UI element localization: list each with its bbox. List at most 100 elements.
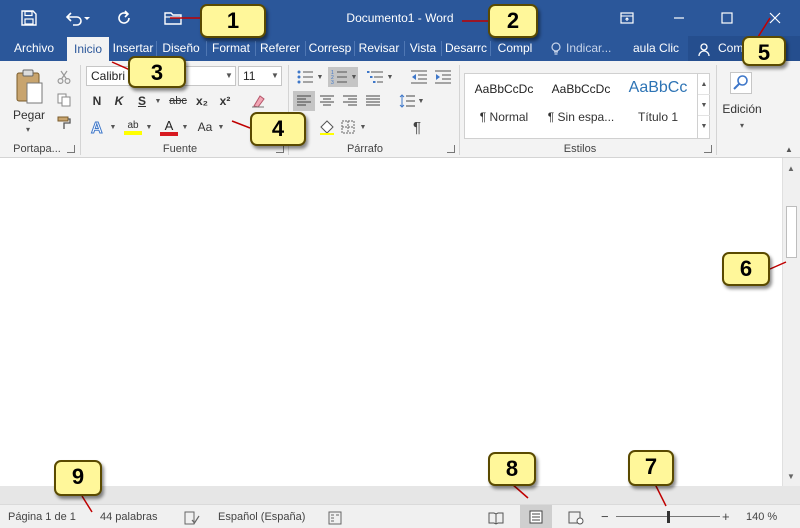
proofing-icon[interactable] (184, 510, 200, 525)
clear-formatting-icon[interactable] (248, 91, 268, 111)
callout-6: 6 (722, 252, 770, 286)
style-sample: AaBbCcDc (474, 82, 534, 96)
macro-icon[interactable] (328, 510, 342, 525)
collapse-ribbon-icon[interactable]: ▲ (782, 143, 796, 155)
change-case-chevron-down-icon[interactable]: ▼ (216, 116, 226, 138)
ribbon-display-options-icon[interactable] (604, 0, 650, 36)
paste-icon[interactable] (8, 67, 50, 107)
strikethrough-button[interactable]: abc (166, 91, 190, 111)
numbering-icon[interactable]: 123 (328, 67, 350, 87)
font-color-chevron-down-icon[interactable]: ▼ (180, 116, 190, 138)
page-count[interactable]: Página 1 de 1 (8, 505, 76, 528)
style-heading-1[interactable]: AaBbCc Título 1 (620, 74, 696, 138)
ribbon-tabs: Archivo Inicio Insertar Diseño Format Re… (0, 36, 800, 61)
styles-launcher-icon[interactable] (704, 145, 712, 153)
change-case-button[interactable]: Aa (193, 116, 217, 138)
font-size-chevron-down-icon[interactable]: ▼ (269, 67, 281, 85)
tab-vista[interactable]: Vista (406, 36, 440, 61)
decrease-indent-icon[interactable] (408, 67, 430, 87)
cut-icon[interactable] (54, 67, 74, 87)
tab-complementos[interactable]: Compl (492, 36, 538, 61)
highlight-color-button[interactable]: ab (122, 116, 144, 138)
gallery-down-icon[interactable]: ▼ (698, 95, 710, 116)
gallery-up-icon[interactable]: ▲ (698, 74, 710, 95)
bullets-icon[interactable] (294, 67, 316, 87)
increase-indent-icon[interactable] (432, 67, 454, 87)
underline-button[interactable]: S (132, 91, 152, 111)
underline-chevron-down-icon[interactable]: ▼ (153, 91, 163, 111)
callout-3: 3 (128, 56, 186, 88)
line-spacing-chevron-down-icon[interactable]: ▼ (417, 91, 425, 111)
text-effects-icon[interactable]: A (87, 116, 109, 138)
read-mode-icon[interactable] (488, 510, 504, 525)
tab-desarrollador[interactable]: Desarrc (443, 36, 489, 61)
account-name[interactable]: aula Clic (633, 36, 679, 61)
zoom-out-button[interactable]: − (601, 505, 609, 528)
close-icon[interactable] (752, 0, 798, 36)
format-painter-icon[interactable] (54, 113, 74, 133)
align-right-icon[interactable] (339, 91, 361, 111)
tab-archivo[interactable]: Archivo (2, 36, 66, 61)
zoom-level[interactable]: 140 % (746, 505, 777, 528)
font-name-chevron-down-icon[interactable]: ▼ (223, 67, 235, 85)
font-launcher-icon[interactable] (276, 145, 284, 153)
borders-chevron-down-icon[interactable]: ▼ (359, 116, 367, 138)
numbering-chevron-down-icon[interactable]: ▼ (350, 67, 358, 87)
editing-label[interactable]: Edición (716, 101, 768, 117)
font-color-button[interactable]: A (158, 116, 180, 138)
style-sample: AaBbCcDc (551, 82, 611, 96)
borders-icon[interactable] (337, 116, 359, 138)
horizontal-scrollbar[interactable] (0, 486, 800, 504)
word-count[interactable]: 44 palabras (100, 505, 158, 528)
italic-button[interactable]: K (109, 91, 129, 111)
style-no-spacing[interactable]: AaBbCcDc ¶ Sin espa... (543, 74, 619, 138)
align-left-icon[interactable] (293, 91, 315, 111)
tell-me-box[interactable]: Indicar... (566, 36, 611, 61)
bullets-chevron-down-icon[interactable]: ▼ (316, 67, 324, 87)
vertical-scrollbar[interactable]: ▲ ▼ (782, 158, 800, 486)
tab-revisar[interactable]: Revisar (356, 36, 402, 61)
justify-icon[interactable] (362, 91, 384, 111)
line-spacing-icon[interactable] (396, 91, 418, 111)
align-center-icon[interactable] (316, 91, 338, 111)
superscript-button[interactable]: x² (215, 91, 235, 111)
multilevel-list-icon[interactable] (364, 67, 386, 87)
font-color-text: A (164, 117, 174, 133)
shading-icon[interactable] (316, 116, 338, 138)
paste-chevron-down-icon[interactable]: ▾ (18, 123, 38, 135)
show-marks-icon[interactable]: ¶ (406, 116, 428, 138)
scroll-down-icon[interactable]: ▼ (787, 472, 795, 481)
clipboard-launcher-icon[interactable] (67, 145, 75, 153)
print-layout-button[interactable] (520, 505, 552, 528)
editing-chevron-down-icon[interactable]: ▾ (732, 119, 752, 131)
editing-search-icon[interactable] (727, 69, 755, 97)
gallery-more-icon[interactable]: ▼ (698, 116, 710, 137)
style-normal[interactable]: AaBbCcDc ¶ Normal (466, 74, 542, 138)
tab-formato[interactable]: Format (208, 36, 254, 61)
zoom-slider-thumb[interactable] (667, 511, 670, 523)
paragraph-launcher-icon[interactable] (447, 145, 455, 153)
subscript-button[interactable]: x₂ (192, 91, 212, 111)
callout-8: 8 (488, 452, 536, 486)
font-name-value: Calibri ( (91, 69, 133, 83)
scroll-up-icon[interactable]: ▲ (787, 164, 795, 173)
bold-button[interactable]: N (87, 91, 107, 111)
web-layout-icon[interactable] (568, 510, 584, 525)
language[interactable]: Español (España) (218, 505, 305, 528)
multilevel-chevron-down-icon[interactable]: ▼ (386, 67, 394, 87)
text-effects-chevron-down-icon[interactable]: ▼ (108, 116, 118, 138)
maximize-icon[interactable] (704, 0, 750, 36)
font-size-combo[interactable]: 11 ▼ (238, 66, 282, 86)
paragraph-group-label: Párrafo (346, 143, 384, 155)
document-area[interactable] (0, 158, 782, 486)
zoom-in-button[interactable]: + (722, 505, 730, 528)
title-bar: Documento1 - Word (0, 0, 800, 36)
vertical-scroll-thumb[interactable] (786, 206, 797, 258)
tab-correspondencia[interactable]: Corresp (307, 36, 353, 61)
copy-icon[interactable] (54, 90, 74, 110)
paste-label[interactable]: Pegar (10, 107, 48, 123)
tab-referencias[interactable]: Referer (257, 36, 303, 61)
highlight-chevron-down-icon[interactable]: ▼ (144, 116, 154, 138)
tab-inicio[interactable]: Inicio (67, 37, 109, 61)
minimize-icon[interactable] (656, 0, 702, 36)
